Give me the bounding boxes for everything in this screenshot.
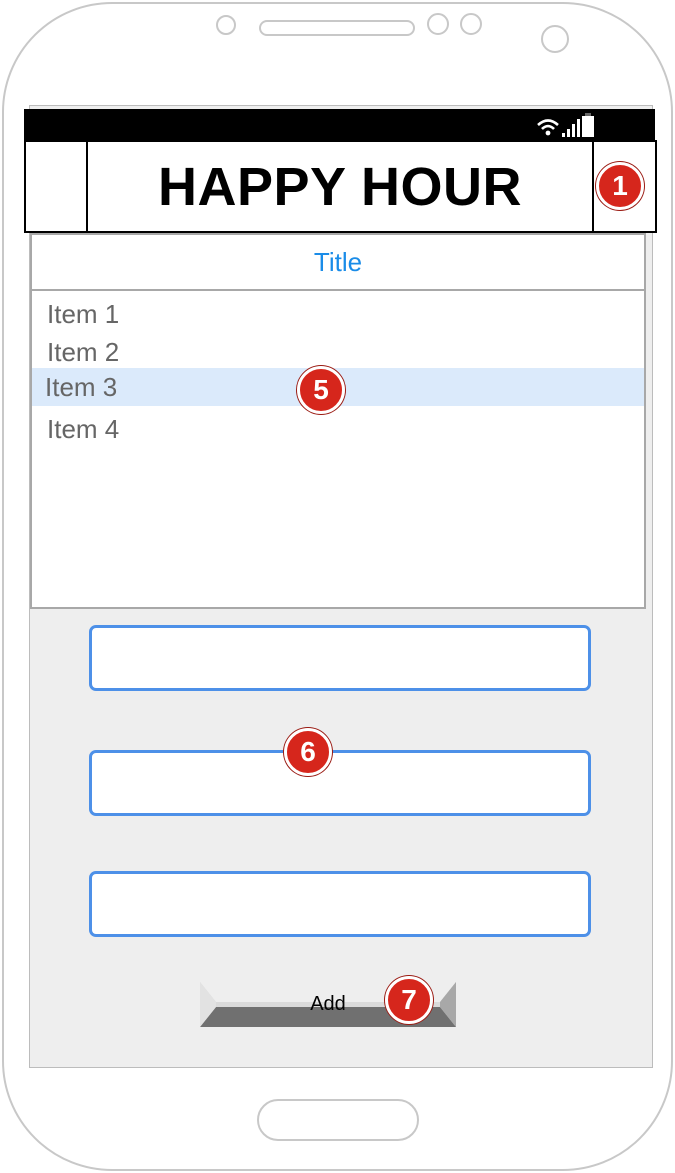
sensor-dot xyxy=(427,13,449,35)
signal-icon xyxy=(562,119,580,137)
list-title: Title xyxy=(32,235,644,291)
callout-badge: 1 xyxy=(596,162,644,210)
list-item[interactable]: Item 1 xyxy=(32,295,644,333)
earpiece-speaker xyxy=(259,20,415,36)
home-button[interactable] xyxy=(257,1099,419,1141)
text-field-1[interactable] xyxy=(89,625,591,691)
header-left-button[interactable] xyxy=(24,140,88,233)
list-item[interactable]: Item 2 xyxy=(32,333,644,371)
list-item[interactable]: Item 4 xyxy=(32,410,644,448)
callout-badge: 7 xyxy=(385,976,433,1024)
text-field-2[interactable] xyxy=(89,750,591,816)
status-icons xyxy=(536,112,594,137)
wifi-icon xyxy=(537,119,559,136)
callout-badge: 6 xyxy=(284,728,332,776)
text-field-3[interactable] xyxy=(89,871,591,937)
battery-icon xyxy=(582,113,594,137)
front-camera xyxy=(541,25,569,53)
header-divider xyxy=(592,140,594,233)
page-title: HAPPY HOUR xyxy=(157,156,523,217)
sensor-dot xyxy=(216,15,236,35)
callout-badge: 5 xyxy=(297,366,345,414)
sensor-dot xyxy=(460,13,482,35)
